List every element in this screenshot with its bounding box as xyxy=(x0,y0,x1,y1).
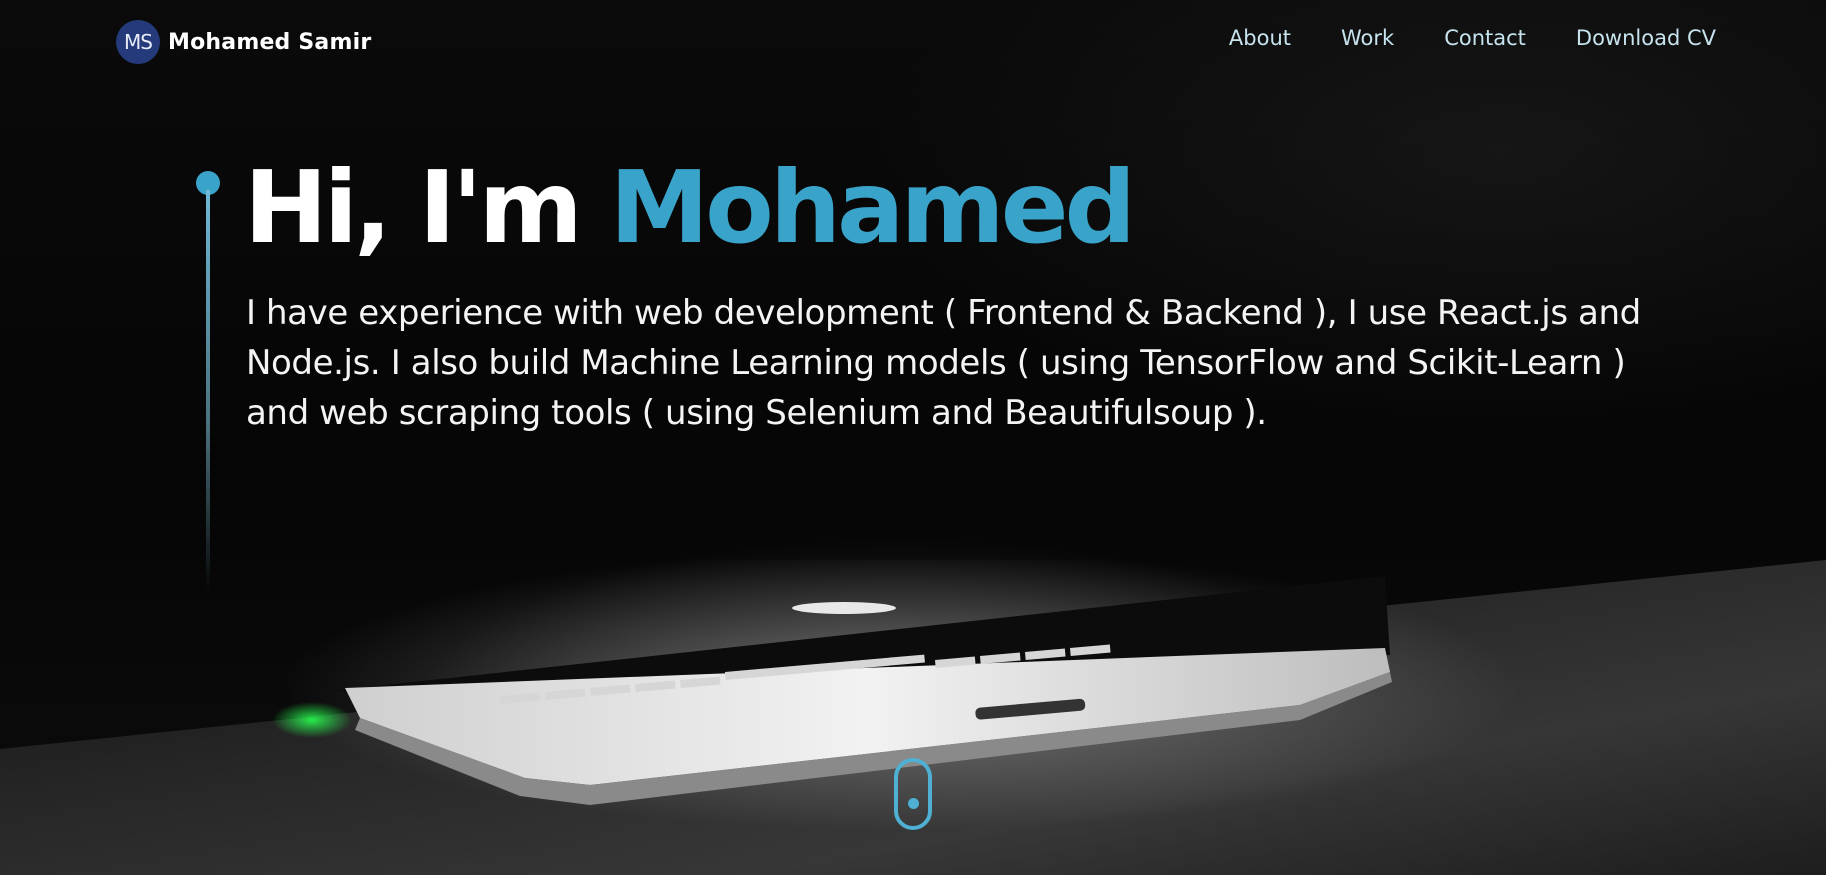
hero-intro: I have experience with web development (… xyxy=(246,293,1641,433)
hero-greeting: Hi, I'm xyxy=(244,149,583,266)
top-navigation: MS Mohamed Samir About Work Contact Down… xyxy=(0,0,1826,86)
logo-name: Mohamed Samir xyxy=(168,29,372,55)
mouse-scroll-icon[interactable] xyxy=(894,758,932,830)
nav-link-contact[interactable]: Contact xyxy=(1444,26,1526,50)
nav-link-work[interactable]: Work xyxy=(1341,26,1394,50)
site-logo[interactable]: MS Mohamed Samir xyxy=(116,20,371,64)
nav-links: About Work Contact Download CV xyxy=(1229,26,1716,50)
scroll-wheel-dot xyxy=(907,798,919,809)
nav-link-download-cv[interactable]: Download CV xyxy=(1576,26,1716,50)
nav-link-about[interactable]: About xyxy=(1229,26,1291,50)
logo-badge: MS xyxy=(116,20,160,64)
timeline-line xyxy=(206,190,210,590)
hero-name: Mohamed xyxy=(609,149,1136,266)
hero-section: MS Mohamed Samir About Work Contact Down… xyxy=(0,0,1826,875)
hero-headline: Hi, I'm Mohamed xyxy=(244,158,1136,258)
